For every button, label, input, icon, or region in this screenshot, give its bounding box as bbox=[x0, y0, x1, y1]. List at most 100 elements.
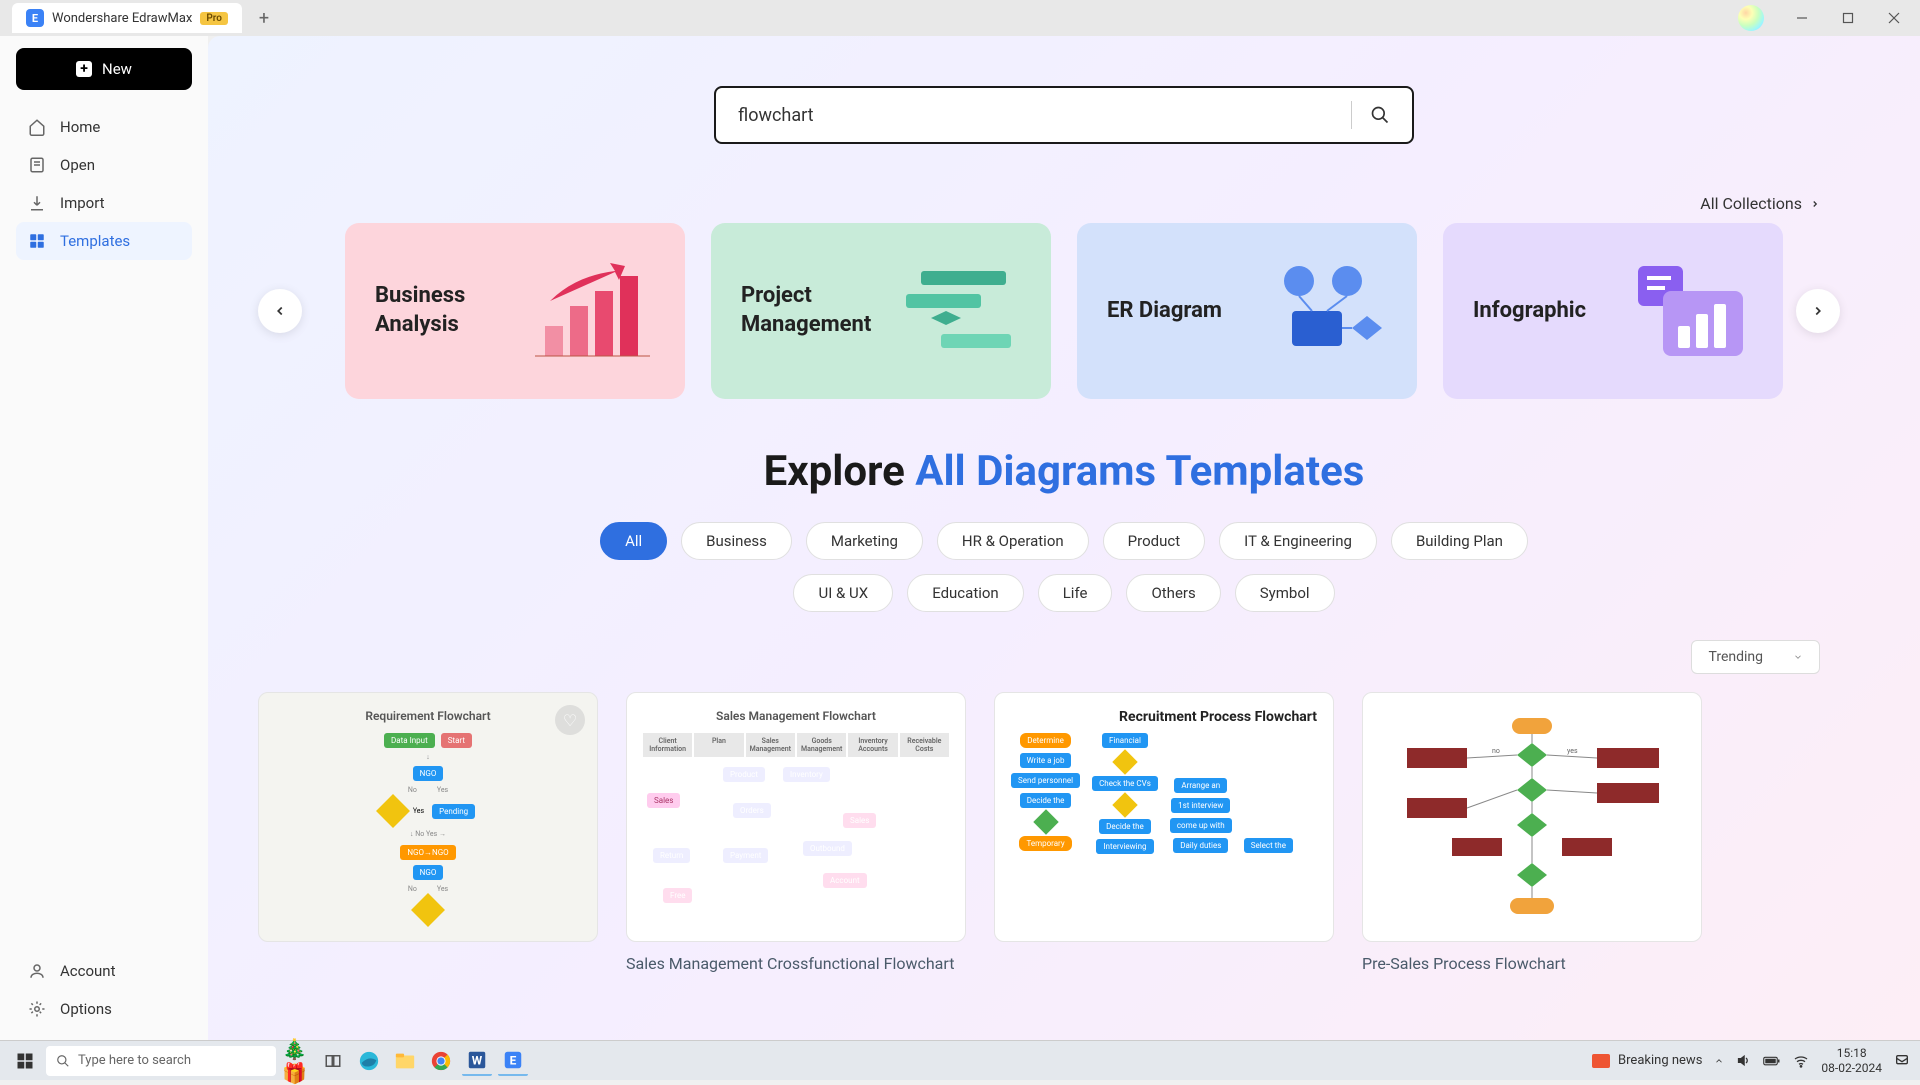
sidebar-item-templates[interactable]: Templates bbox=[16, 222, 192, 260]
sidebar-item-label: Options bbox=[60, 1000, 112, 1018]
explorer-icon[interactable] bbox=[390, 1046, 420, 1076]
new-tab-button[interactable]: + bbox=[252, 6, 276, 30]
filter-others[interactable]: Others bbox=[1126, 574, 1220, 612]
sidebar-item-label: Open bbox=[60, 156, 95, 174]
filter-it-engineering[interactable]: IT & Engineering bbox=[1219, 522, 1377, 560]
search-box bbox=[714, 86, 1414, 144]
new-label: New bbox=[102, 60, 132, 78]
search-input[interactable] bbox=[738, 105, 1333, 126]
filter-all[interactable]: All bbox=[600, 522, 667, 560]
divider bbox=[1351, 101, 1352, 129]
template-card[interactable]: no yes Pre-Sales Process Flowchart bbox=[1362, 692, 1702, 975]
news-icon bbox=[1592, 1054, 1610, 1068]
category-card-project-management[interactable]: ProjectManagement bbox=[711, 223, 1051, 399]
tray-notification-icon[interactable] bbox=[1894, 1053, 1910, 1069]
chrome-icon[interactable] bbox=[426, 1046, 456, 1076]
taskbar-clock[interactable]: 15:18 08-02-2024 bbox=[1821, 1046, 1882, 1075]
taskbar-search[interactable]: Type here to search bbox=[46, 1046, 276, 1076]
carousel-prev-button[interactable] bbox=[258, 289, 302, 333]
edrawmax-taskbar-icon[interactable]: E bbox=[498, 1046, 528, 1076]
explore-heading: Explore All Diagrams Templates bbox=[248, 447, 1880, 496]
filter-row-2: UI & UX Education Life Others Symbol bbox=[248, 574, 1880, 612]
card-title: ProjectManagement bbox=[741, 282, 871, 339]
close-button[interactable] bbox=[1872, 3, 1916, 33]
search-button[interactable] bbox=[1370, 105, 1390, 125]
tab-strip: E Wondershare EdrawMax Pro + bbox=[0, 0, 276, 36]
bar-chart-icon bbox=[525, 256, 655, 366]
pro-badge: Pro bbox=[200, 12, 228, 25]
infographic-icon bbox=[1623, 256, 1753, 366]
file-icon bbox=[28, 156, 46, 174]
tray-volume-icon[interactable] bbox=[1736, 1053, 1751, 1068]
sidebar-item-account[interactable]: Account bbox=[16, 952, 192, 990]
template-grid: ♡ Requirement Flowchart Data InputStart … bbox=[248, 692, 1880, 1015]
card-title: Infographic bbox=[1473, 297, 1586, 326]
start-button[interactable] bbox=[10, 1046, 40, 1076]
card-title: BusinessAnalysis bbox=[375, 282, 465, 339]
minimize-button[interactable] bbox=[1780, 3, 1824, 33]
sidebar-item-home[interactable]: Home bbox=[16, 108, 192, 146]
app-logo-icon: E bbox=[26, 9, 44, 27]
filter-symbol[interactable]: Symbol bbox=[1235, 574, 1335, 612]
filter-ui-ux[interactable]: UI & UX bbox=[793, 574, 893, 612]
card-title: ER Diagram bbox=[1107, 297, 1222, 326]
sidebar-item-label: Templates bbox=[60, 232, 130, 250]
word-icon[interactable]: W bbox=[462, 1046, 492, 1076]
filter-building-plan[interactable]: Building Plan bbox=[1391, 522, 1528, 560]
import-icon bbox=[28, 194, 46, 212]
tray-wifi-icon[interactable] bbox=[1793, 1053, 1809, 1069]
user-icon bbox=[28, 962, 46, 980]
tray-chevron-icon[interactable] bbox=[1714, 1056, 1724, 1066]
home-icon bbox=[28, 118, 46, 136]
all-collections-link[interactable]: All Collections bbox=[248, 194, 1880, 213]
new-button[interactable]: + New bbox=[16, 48, 192, 90]
templates-icon bbox=[28, 232, 46, 250]
filter-product[interactable]: Product bbox=[1103, 522, 1205, 560]
gear-icon bbox=[28, 1000, 46, 1018]
svg-text:E: E bbox=[510, 1053, 517, 1067]
template-card[interactable]: Sales Management Flowchart ClientInforma… bbox=[626, 692, 966, 975]
template-card[interactable]: Recruitment Process Flowchart Determine … bbox=[994, 692, 1334, 975]
favorite-icon[interactable]: ♡ bbox=[555, 705, 585, 735]
sidebar: + New Home Open Import Templates bbox=[0, 36, 208, 1040]
template-title: Sales Management Crossfunctional Flowcha… bbox=[626, 954, 966, 975]
svg-text:yes: yes bbox=[1567, 747, 1578, 755]
sort-dropdown[interactable]: Trending bbox=[1691, 640, 1820, 674]
sidebar-item-label: Import bbox=[60, 194, 105, 212]
category-card-infographic[interactable]: Infographic bbox=[1443, 223, 1783, 399]
user-avatar-icon[interactable] bbox=[1738, 5, 1764, 31]
category-card-business-analysis[interactable]: BusinessAnalysis bbox=[345, 223, 685, 399]
svg-text:no: no bbox=[1492, 747, 1500, 755]
edge-icon[interactable] bbox=[354, 1046, 384, 1076]
tray-battery-icon[interactable] bbox=[1763, 1055, 1781, 1067]
plus-icon: + bbox=[76, 61, 92, 77]
template-title: Pre-Sales Process Flowchart bbox=[1362, 954, 1702, 975]
filter-row: All Business Marketing HR & Operation Pr… bbox=[248, 522, 1880, 560]
app-name: Wondershare EdrawMax bbox=[52, 11, 192, 26]
main-content: All Collections BusinessAnalysis bbox=[208, 36, 1920, 1040]
news-widget[interactable]: Breaking news bbox=[1592, 1053, 1702, 1068]
filter-life[interactable]: Life bbox=[1038, 574, 1113, 612]
taskbar: Type here to search 🎄🎁 W E Breaking news bbox=[0, 1040, 1920, 1080]
filter-marketing[interactable]: Marketing bbox=[806, 522, 923, 560]
sidebar-item-options[interactable]: Options bbox=[16, 990, 192, 1028]
app-tab[interactable]: E Wondershare EdrawMax Pro bbox=[12, 3, 242, 33]
template-card[interactable]: ♡ Requirement Flowchart Data InputStart … bbox=[258, 692, 598, 975]
sidebar-item-open[interactable]: Open bbox=[16, 146, 192, 184]
taskbar-decoration-icon: 🎄🎁 bbox=[282, 1046, 312, 1076]
sidebar-item-label: Home bbox=[60, 118, 100, 136]
window-controls bbox=[1738, 3, 1920, 33]
maximize-button[interactable] bbox=[1826, 3, 1870, 33]
carousel-next-button[interactable] bbox=[1796, 289, 1840, 333]
window-titlebar: E Wondershare EdrawMax Pro + bbox=[0, 0, 1920, 36]
category-card-er-diagram[interactable]: ER Diagram bbox=[1077, 223, 1417, 399]
sidebar-item-label: Account bbox=[60, 962, 116, 980]
filter-hr-operation[interactable]: HR & Operation bbox=[937, 522, 1089, 560]
filter-business[interactable]: Business bbox=[681, 522, 792, 560]
sidebar-item-import[interactable]: Import bbox=[16, 184, 192, 222]
svg-text:W: W bbox=[472, 1053, 483, 1067]
filter-education[interactable]: Education bbox=[907, 574, 1024, 612]
er-diagram-icon bbox=[1257, 256, 1387, 366]
category-carousel: BusinessAnalysis ProjectManagement bbox=[248, 223, 1880, 399]
task-view-icon[interactable] bbox=[318, 1046, 348, 1076]
